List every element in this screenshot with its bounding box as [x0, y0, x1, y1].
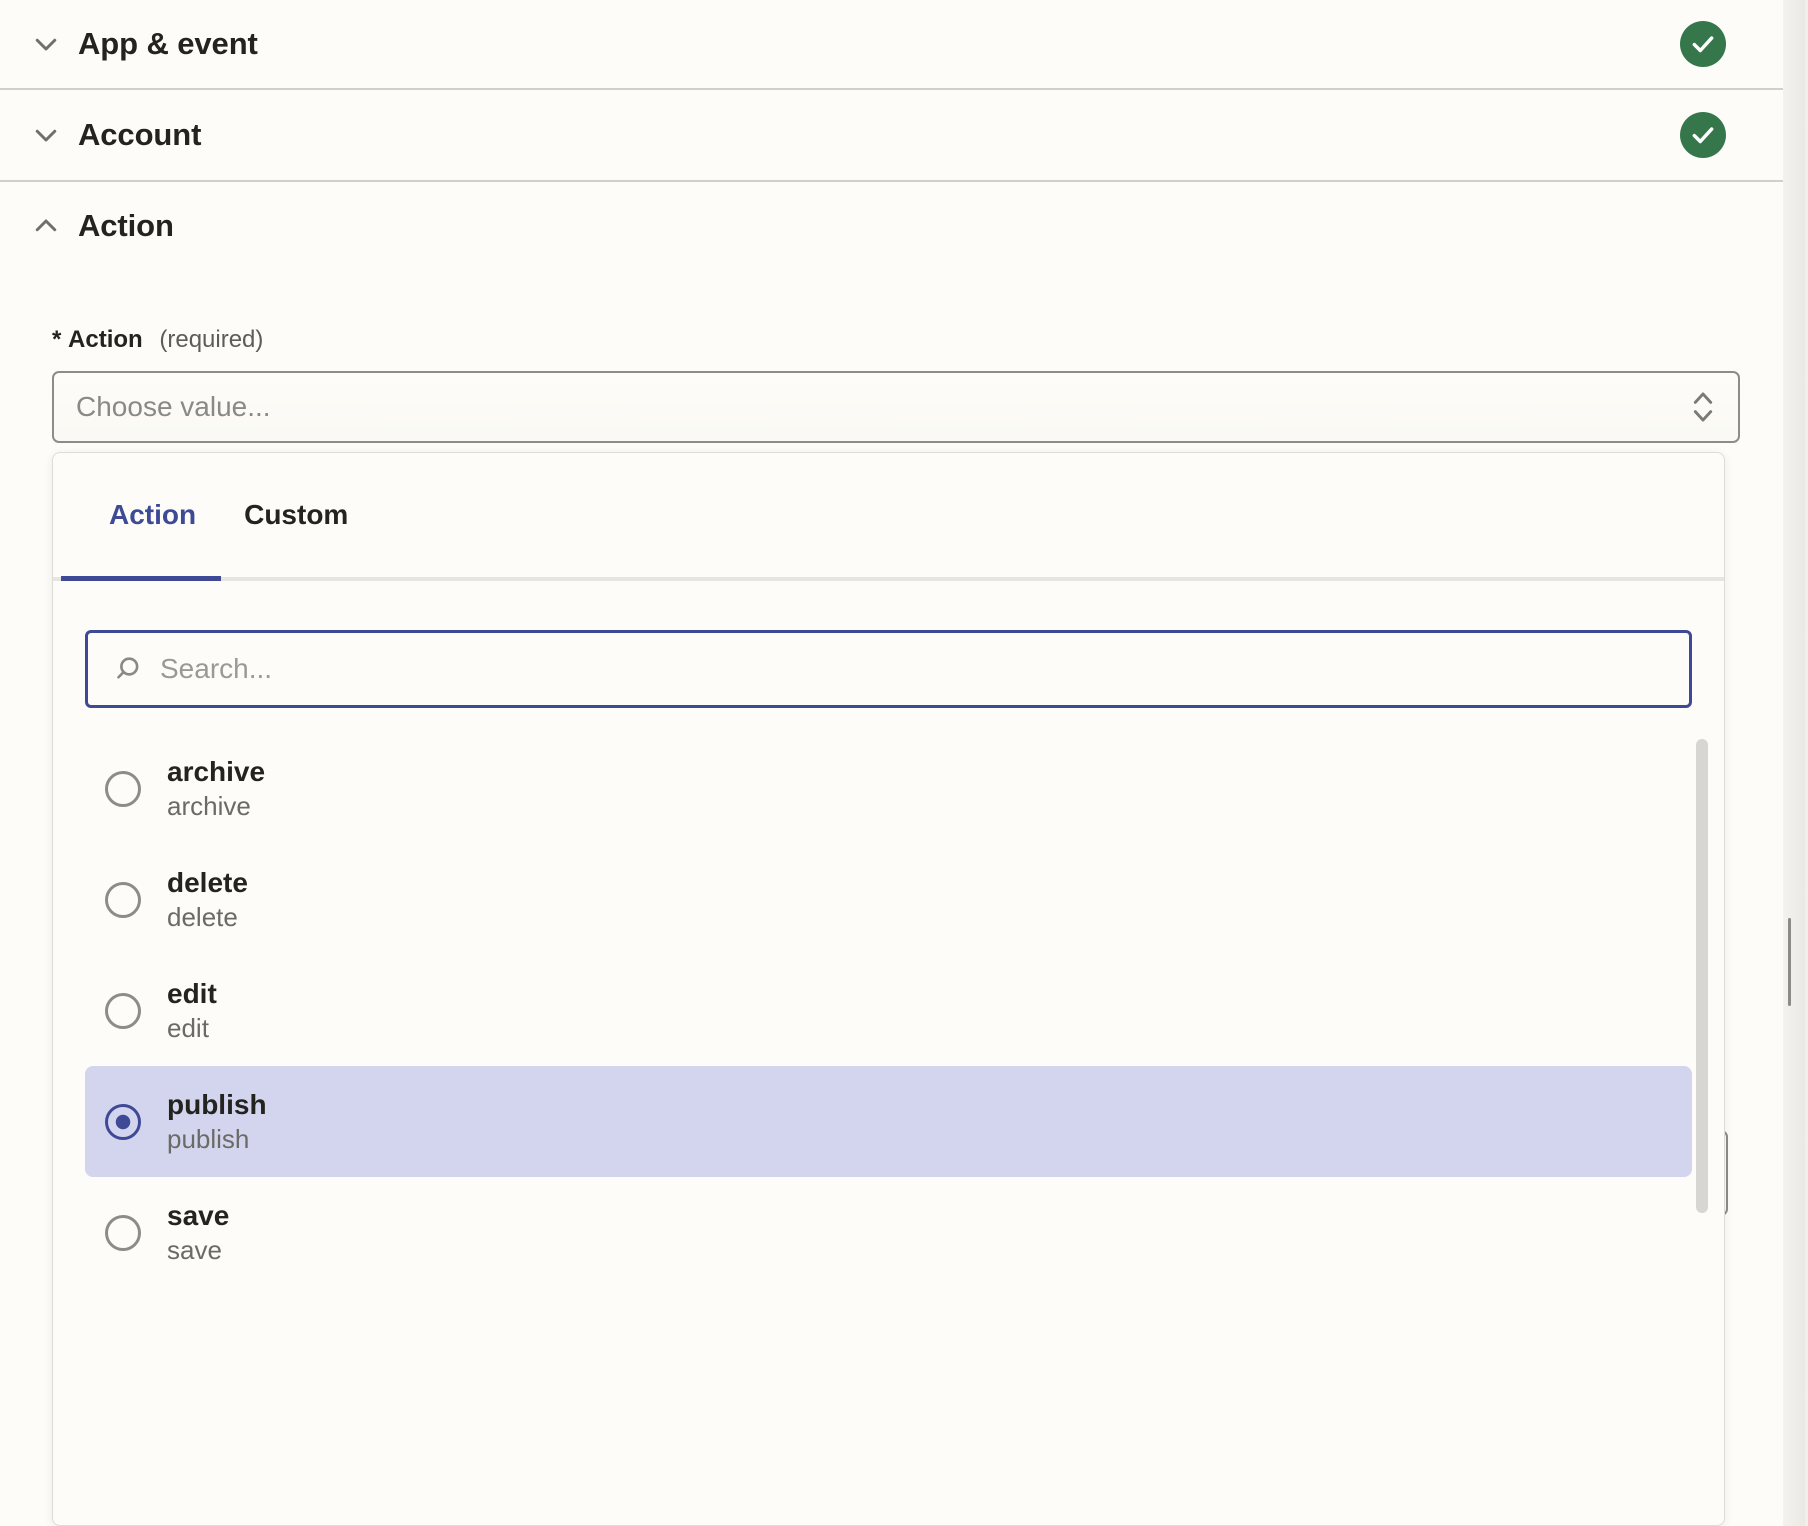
- radio-button-save[interactable]: [105, 1215, 141, 1251]
- action-select-placeholder: Choose value...: [76, 391, 1690, 423]
- window-scroll-thumb[interactable]: [1788, 918, 1791, 1006]
- section-header-app-and-event[interactable]: App & event: [0, 0, 1783, 90]
- option-title-archive: archive: [167, 755, 265, 788]
- option-list: archive archive delete delete edit e: [53, 733, 1724, 1525]
- option-title-delete: delete: [167, 866, 248, 899]
- chevron-up-icon: [26, 206, 66, 246]
- check-circle-icon: [1680, 112, 1726, 158]
- option-text-save: save save: [167, 1199, 229, 1267]
- section-title-account: Account: [78, 117, 201, 153]
- step-configuration-panel: App & event Account: [0, 0, 1786, 1526]
- section-header-action[interactable]: Action: [0, 182, 1783, 270]
- tab-action[interactable]: Action: [85, 453, 220, 577]
- radio-button-edit[interactable]: [105, 993, 141, 1029]
- tab-custom-label: Custom: [244, 499, 348, 531]
- option-subtitle-publish: publish: [167, 1124, 267, 1156]
- radio-button-publish[interactable]: [105, 1104, 141, 1140]
- section-header-account[interactable]: Account: [0, 90, 1783, 182]
- tab-action-label: Action: [109, 499, 196, 531]
- option-row-publish[interactable]: publish publish: [85, 1066, 1692, 1177]
- search-icon: [108, 654, 148, 684]
- action-field-label: * Action (required): [52, 326, 263, 354]
- option-title-publish: publish: [167, 1088, 267, 1121]
- option-search-field[interactable]: [85, 630, 1692, 708]
- option-title-save: save: [167, 1199, 229, 1232]
- chevron-up-down-icon: [1690, 387, 1716, 427]
- active-tab-indicator: [61, 576, 221, 581]
- option-text-archive: archive archive: [167, 755, 265, 823]
- search-input[interactable]: [148, 652, 1689, 686]
- window-scrollbar[interactable]: [1783, 0, 1805, 1526]
- option-text-delete: delete delete: [167, 866, 248, 934]
- radio-button-archive[interactable]: [105, 771, 141, 807]
- action-value-select[interactable]: Choose value...: [52, 371, 1740, 443]
- section-status-app-and-event: [1623, 0, 1783, 88]
- option-subtitle-delete: delete: [167, 902, 248, 934]
- option-title-edit: edit: [167, 977, 217, 1010]
- option-row-delete[interactable]: delete delete: [85, 844, 1692, 955]
- chevron-down-icon: [26, 115, 66, 155]
- action-field-label-text: Action: [68, 326, 143, 353]
- option-list-scroll-thumb[interactable]: [1696, 739, 1708, 1213]
- option-subtitle-edit: edit: [167, 1013, 217, 1045]
- section-title-action: Action: [78, 208, 174, 244]
- radio-button-delete[interactable]: [105, 882, 141, 918]
- option-subtitle-save: save: [167, 1235, 229, 1267]
- tab-custom[interactable]: Custom: [220, 453, 372, 577]
- section-status-account: [1623, 90, 1783, 180]
- option-row-archive[interactable]: archive archive: [85, 733, 1692, 844]
- option-text-publish: publish publish: [167, 1088, 267, 1156]
- action-form-body: * Action (required) Choose value... Acti…: [0, 270, 1783, 1526]
- option-row-save[interactable]: save save: [85, 1177, 1692, 1288]
- check-circle-icon: [1680, 21, 1726, 67]
- option-subtitle-archive: archive: [167, 791, 265, 823]
- option-text-edit: edit edit: [167, 977, 217, 1045]
- required-asterisk: *: [52, 326, 61, 353]
- option-row-edit[interactable]: edit edit: [85, 955, 1692, 1066]
- action-value-dropdown: Action Custom: [52, 452, 1725, 1526]
- dropdown-tabs: Action Custom: [53, 453, 1724, 581]
- required-note: (required): [159, 326, 263, 353]
- chevron-down-icon: [26, 24, 66, 64]
- section-title-app-and-event: App & event: [78, 26, 258, 62]
